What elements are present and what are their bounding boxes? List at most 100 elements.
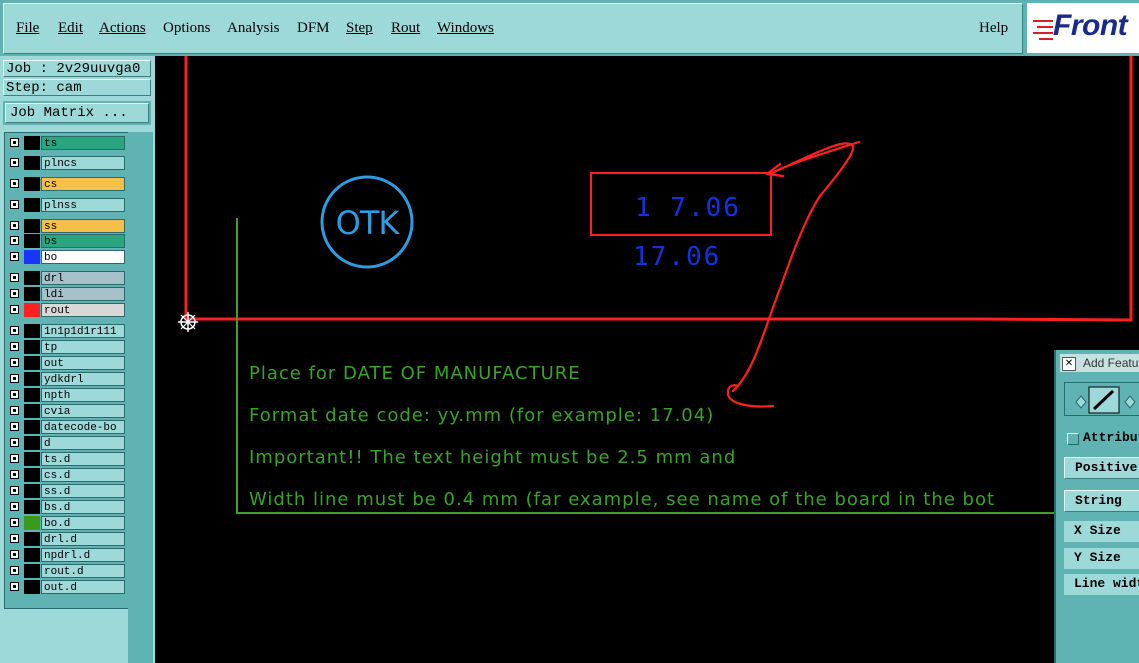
layer-row-bs[interactable]: bs (7, 234, 125, 248)
attributes-checkbox[interactable] (1067, 433, 1079, 445)
layer-checkbox[interactable] (10, 518, 19, 527)
layer-checkbox[interactable] (10, 470, 19, 479)
layer-row-npth[interactable]: npth (7, 388, 125, 402)
layer-color-swatch[interactable] (24, 516, 40, 530)
layer-checkbox[interactable] (10, 305, 19, 314)
layer-row-1n1p1d1r111[interactable]: 1n1p1d1r111 (7, 324, 125, 338)
menu-step[interactable]: Step (346, 20, 373, 37)
layer-checkbox[interactable] (10, 422, 19, 431)
layer-checkbox[interactable] (10, 534, 19, 543)
layer-row-out[interactable]: out (7, 356, 125, 370)
layer-color-swatch[interactable] (24, 234, 40, 248)
layer-color-swatch[interactable] (24, 420, 40, 434)
layer-color-swatch[interactable] (24, 372, 40, 386)
layer-color-swatch[interactable] (24, 250, 40, 264)
layer-color-swatch[interactable] (24, 532, 40, 546)
layer-row-out-d[interactable]: out.d (7, 580, 125, 594)
layer-row-cs[interactable]: cs (7, 177, 125, 191)
layer-checkbox[interactable] (10, 438, 19, 447)
layer-row-ss-d[interactable]: ss.d (7, 484, 125, 498)
layer-color-swatch[interactable] (24, 177, 40, 191)
layer-color-swatch[interactable] (24, 484, 40, 498)
layer-color-swatch[interactable] (24, 219, 40, 233)
layer-color-swatch[interactable] (24, 156, 40, 170)
layer-color-swatch[interactable] (24, 388, 40, 402)
layer-checkbox[interactable] (10, 358, 19, 367)
layer-checkbox[interactable] (10, 289, 19, 298)
layer-name: plnss (41, 198, 125, 212)
layer-checkbox[interactable] (10, 342, 19, 351)
layer-color-swatch[interactable] (24, 324, 40, 338)
layer-row-datecode-bo[interactable]: datecode-bo (7, 420, 125, 434)
menu-actions[interactable]: Actions (99, 20, 146, 37)
layer-checkbox[interactable] (10, 502, 19, 511)
layer-color-swatch[interactable] (24, 287, 40, 301)
layer-checkbox[interactable] (10, 273, 19, 282)
layer-row-plnss[interactable]: plnss (7, 198, 125, 212)
layer-color-swatch[interactable] (24, 303, 40, 317)
layer-row-rout[interactable]: rout (7, 303, 125, 317)
layer-color-swatch[interactable] (24, 340, 40, 354)
layer-row-drl[interactable]: drl (7, 271, 125, 285)
menu-windows[interactable]: Windows (437, 20, 494, 37)
layer-checkbox[interactable] (10, 252, 19, 261)
layer-color-swatch[interactable] (24, 136, 40, 150)
menu-help[interactable]: Help (979, 20, 1008, 37)
job-matrix-button[interactable]: Job Matrix ... (3, 101, 151, 125)
layer-checkbox[interactable] (10, 454, 19, 463)
layer-checkbox[interactable] (10, 374, 19, 383)
feature-type-option[interactable]: String (1064, 490, 1139, 512)
layer-color-swatch[interactable] (24, 452, 40, 466)
layer-row-bs-d[interactable]: bs.d (7, 500, 125, 514)
layer-row-bo[interactable]: bo (7, 250, 125, 264)
layer-checkbox[interactable] (10, 566, 19, 575)
layer-checkbox[interactable] (10, 406, 19, 415)
layer-checkbox[interactable] (10, 200, 19, 209)
layer-color-swatch[interactable] (24, 404, 40, 418)
layer-color-swatch[interactable] (24, 564, 40, 578)
layer-list-scrollbar[interactable] (128, 132, 153, 663)
layer-checkbox[interactable] (10, 221, 19, 230)
layer-color-swatch[interactable] (24, 271, 40, 285)
layer-row-npdrl-d[interactable]: npdrl.d (7, 548, 125, 562)
menu-file[interactable]: File (16, 20, 39, 37)
polarity-option[interactable]: Positive (1064, 457, 1139, 479)
layer-row-rout-d[interactable]: rout.d (7, 564, 125, 578)
layer-color-swatch[interactable] (24, 500, 40, 514)
layer-checkbox[interactable] (10, 158, 19, 167)
menu-options[interactable]: Options (163, 20, 211, 37)
layer-checkbox[interactable] (10, 582, 19, 591)
layer-row-ldi[interactable]: ldi (7, 287, 125, 301)
layer-checkbox[interactable] (10, 326, 19, 335)
layer-checkbox[interactable] (10, 138, 19, 147)
menu-dfm[interactable]: DFM (297, 20, 330, 37)
layer-row-ts-d[interactable]: ts.d (7, 452, 125, 466)
layer-color-swatch[interactable] (24, 468, 40, 482)
menu-edit[interactable]: Edit (58, 20, 83, 37)
layer-color-swatch[interactable] (24, 356, 40, 370)
attributes-row[interactable]: Attributes (1064, 430, 1139, 448)
layer-checkbox[interactable] (10, 236, 19, 245)
menu-analysis[interactable]: Analysis (227, 20, 280, 37)
layer-color-swatch[interactable] (24, 548, 40, 562)
layer-row-bo-d[interactable]: bo.d (7, 516, 125, 530)
layer-row-cvia[interactable]: cvia (7, 404, 125, 418)
layer-color-swatch[interactable] (24, 436, 40, 450)
layer-checkbox[interactable] (10, 179, 19, 188)
layer-row-plncs[interactable]: plncs (7, 156, 125, 170)
layer-row-ts[interactable]: ts (7, 136, 125, 150)
menu-rout[interactable]: Rout (391, 20, 420, 37)
layer-color-swatch[interactable] (24, 198, 40, 212)
layer-row-drl-d[interactable]: drl.d (7, 532, 125, 546)
layer-color-swatch[interactable] (24, 580, 40, 594)
layer-checkbox[interactable] (10, 390, 19, 399)
graphics-canvas[interactable]: OTK 1 7.06 17.06 Place for DATE OF MANUF… (155, 56, 1139, 663)
layer-checkbox[interactable] (10, 550, 19, 559)
close-icon[interactable]: ✕ (1062, 357, 1076, 371)
layer-row-tp[interactable]: tp (7, 340, 125, 354)
layer-row-cs-d[interactable]: cs.d (7, 468, 125, 482)
layer-row-ydkdrl[interactable]: ydkdrl (7, 372, 125, 386)
layer-row-ss[interactable]: ss (7, 219, 125, 233)
layer-row-d[interactable]: d (7, 436, 125, 450)
layer-checkbox[interactable] (10, 486, 19, 495)
